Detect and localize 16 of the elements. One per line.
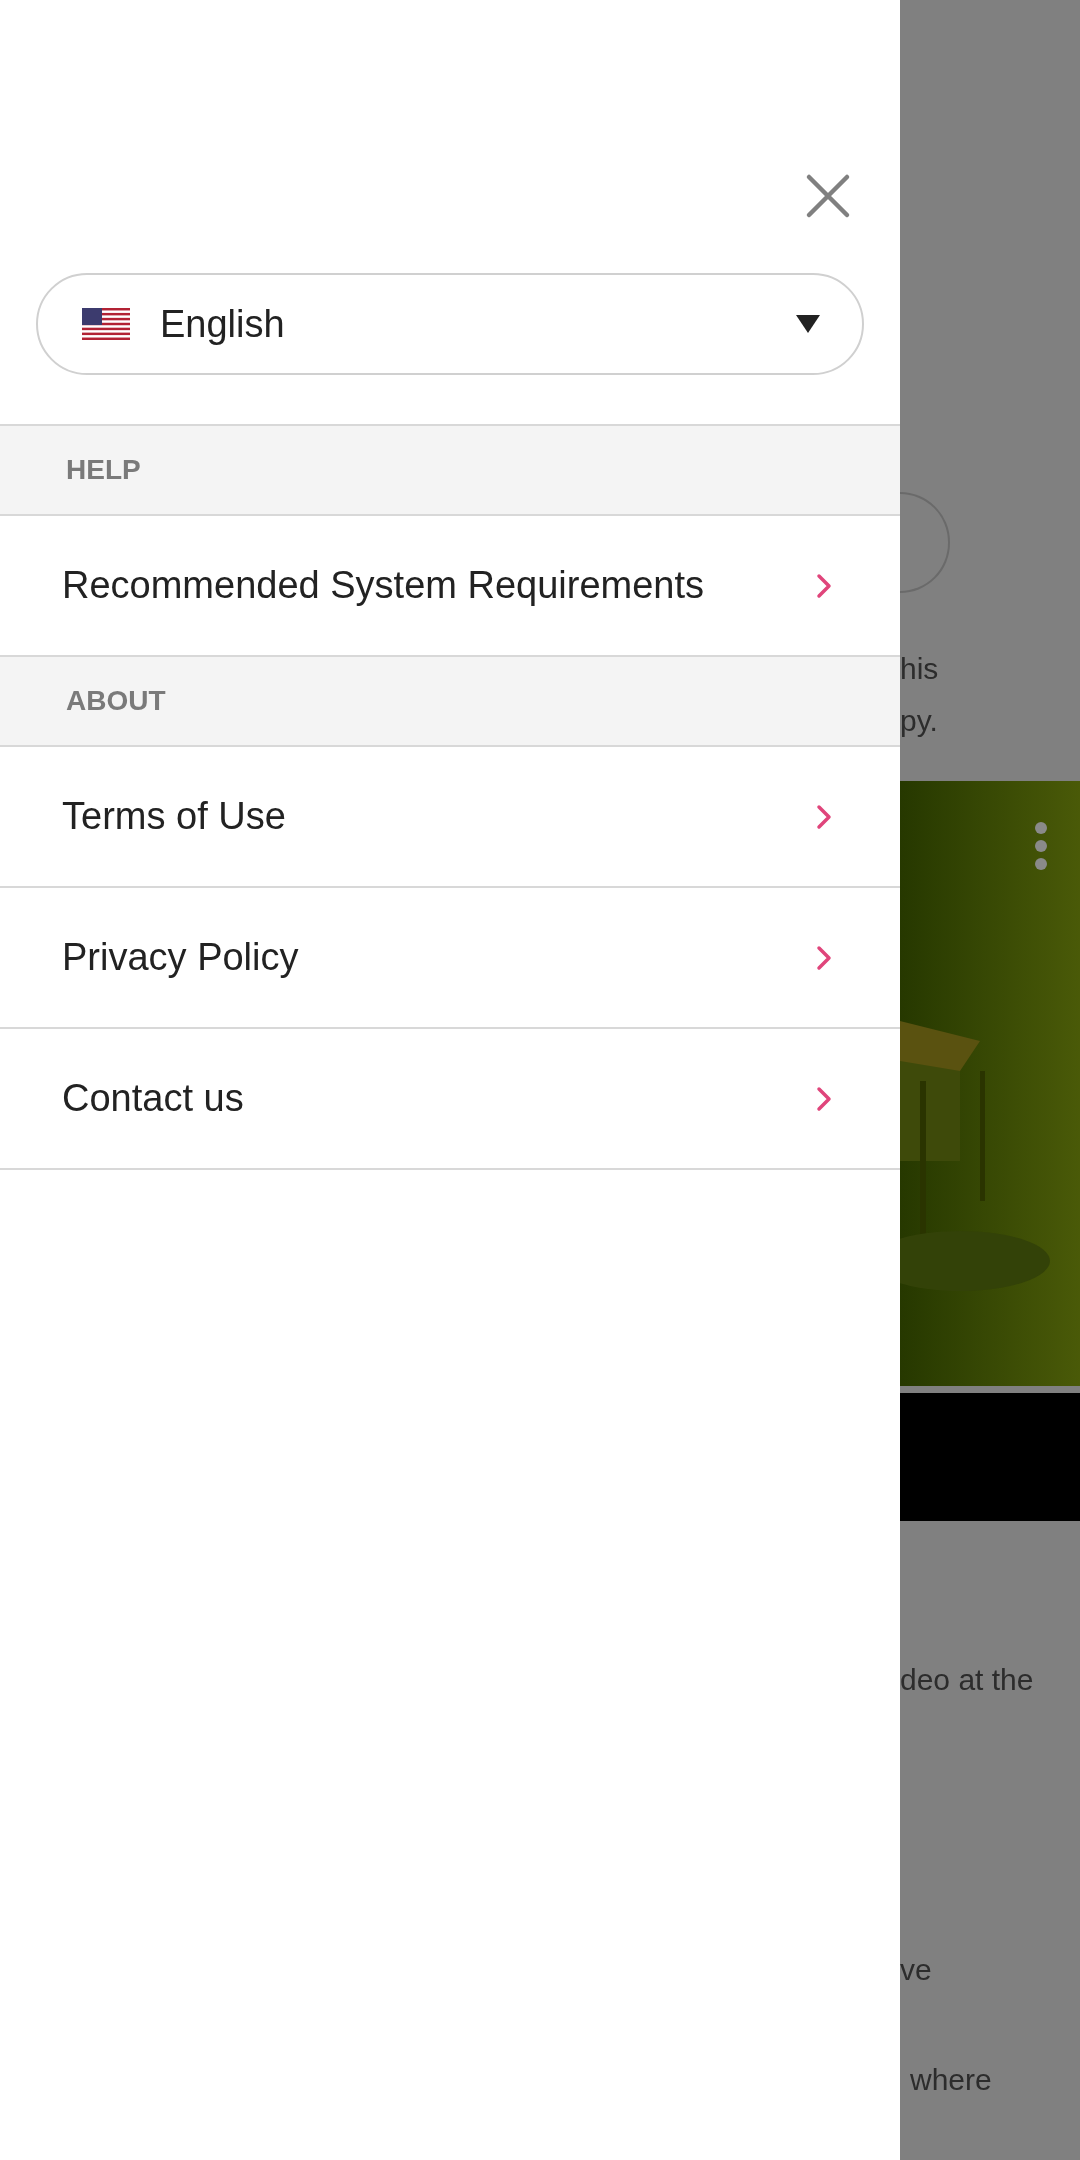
body-text: where <box>909 2062 993 2098</box>
section-heading: HELP <box>66 453 141 487</box>
body-text: his <box>900 651 940 687</box>
chevron-right-icon <box>816 944 832 971</box>
chevron-right-icon <box>816 803 832 830</box>
flag-icon <box>82 308 130 340</box>
language-dropdown[interactable]: English <box>36 273 864 375</box>
chevron-right-icon <box>816 1085 832 1112</box>
chevron-right-icon <box>816 572 832 599</box>
body-text: py. <box>900 703 939 739</box>
body-text: ve <box>900 1952 933 1988</box>
more-options-icon[interactable] <box>1034 821 1048 871</box>
body-text: deo at the <box>900 1662 1035 1698</box>
dropdown-caret-icon <box>796 315 820 333</box>
close-icon <box>805 173 851 219</box>
section-heading: ABOUT <box>66 684 166 718</box>
